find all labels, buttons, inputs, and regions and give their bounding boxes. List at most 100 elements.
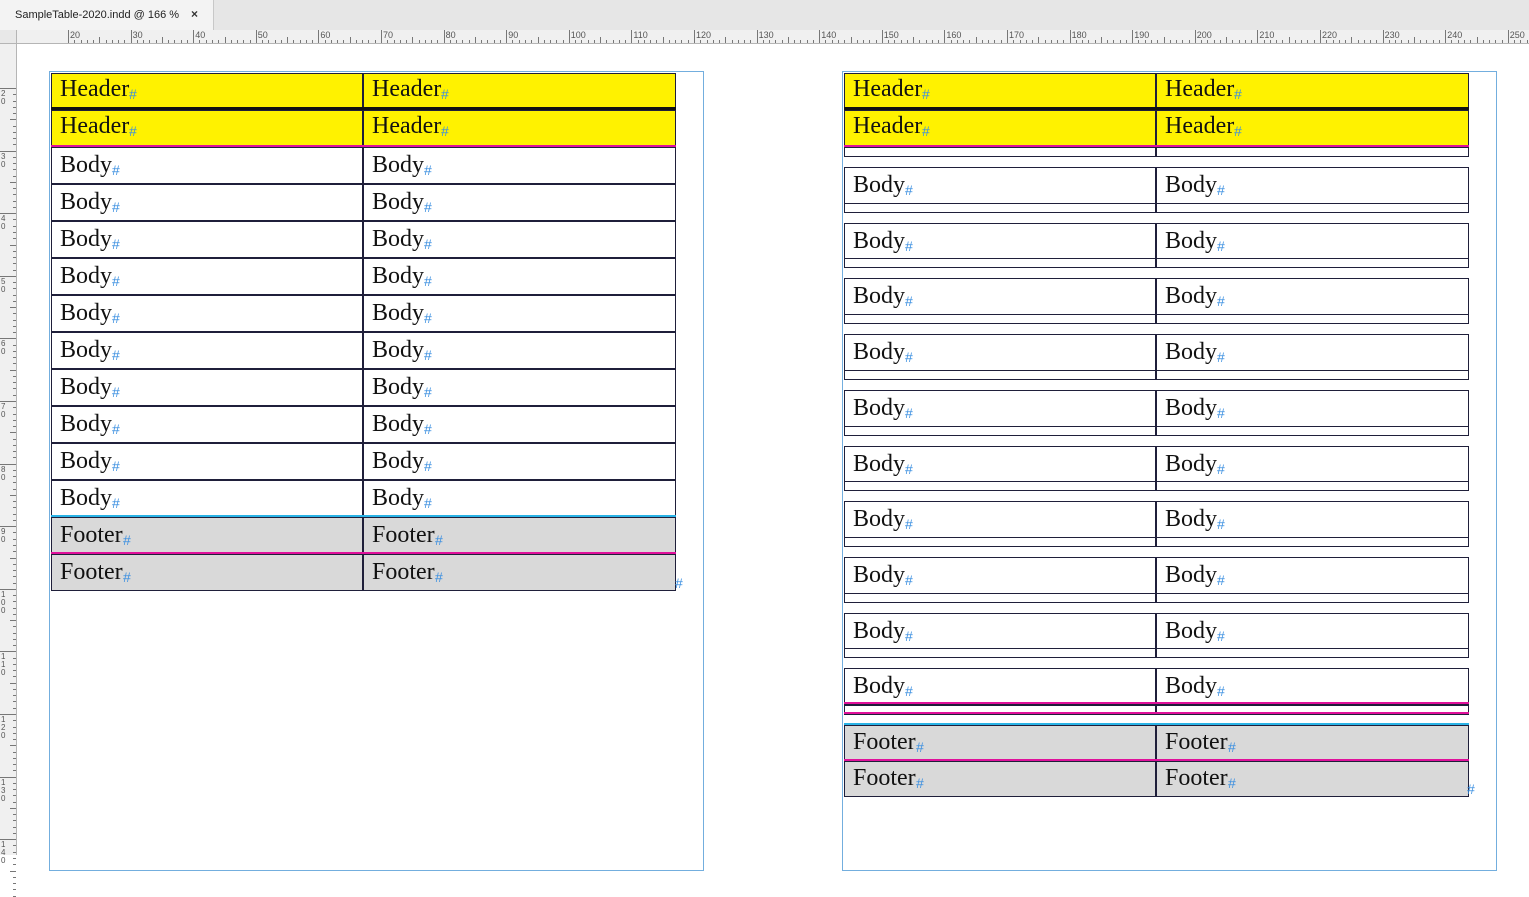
spacer-cell[interactable] bbox=[844, 314, 1156, 324]
header-cell[interactable]: Header # bbox=[1156, 73, 1469, 110]
body-cell[interactable]: Body # bbox=[844, 557, 1156, 594]
body-cell[interactable]: Body # bbox=[51, 332, 363, 369]
ruler-minor-tick bbox=[13, 344, 16, 346]
body-cell[interactable]: Body # bbox=[1156, 446, 1469, 483]
body-cell[interactable]: Body # bbox=[363, 480, 676, 517]
body-cell[interactable]: Body # bbox=[363, 258, 676, 295]
body-cell[interactable]: Body # bbox=[363, 332, 676, 369]
ruler-minor-tick bbox=[1276, 40, 1278, 43]
header-cell[interactable]: Header # bbox=[363, 73, 676, 110]
header-cell[interactable]: Header # bbox=[844, 110, 1156, 147]
body-cell[interactable]: Body # bbox=[363, 221, 676, 258]
spacer-cell[interactable] bbox=[1156, 370, 1469, 380]
body-cell[interactable]: Body # bbox=[51, 443, 363, 480]
spacer-cell[interactable] bbox=[1156, 537, 1469, 547]
spacer-cell[interactable] bbox=[844, 203, 1156, 213]
spacer-cell[interactable] bbox=[1156, 593, 1469, 603]
footer-cell[interactable]: Footer # bbox=[363, 554, 676, 591]
body-cell[interactable]: Body # bbox=[1156, 557, 1469, 594]
body-cell[interactable]: Body # bbox=[1156, 390, 1469, 427]
body-cell[interactable]: Body # bbox=[51, 221, 363, 258]
ruler-minor-tick bbox=[13, 826, 16, 828]
body-cell[interactable]: Body # bbox=[844, 668, 1156, 705]
ruler-minor-tick bbox=[794, 40, 796, 43]
close-tab-icon[interactable]: × bbox=[191, 7, 198, 21]
body-cell[interactable]: Body # bbox=[1156, 334, 1469, 371]
end-of-cell-marker: # bbox=[1217, 516, 1225, 532]
ruler-minor-tick bbox=[10, 682, 16, 684]
ruler-minor-tick bbox=[10, 620, 16, 622]
spacer-cell[interactable] bbox=[844, 147, 1156, 157]
ruler-label: 1 1 0 bbox=[1, 652, 6, 678]
body-cell[interactable]: Body # bbox=[363, 443, 676, 480]
body-cell[interactable]: Body # bbox=[363, 369, 676, 406]
ruler-minor-tick bbox=[1082, 40, 1084, 43]
body-cell[interactable]: Body # bbox=[844, 501, 1156, 538]
body-cell[interactable]: Body # bbox=[51, 258, 363, 295]
body-cell[interactable]: Body # bbox=[844, 446, 1156, 483]
header-cell[interactable]: Header # bbox=[363, 110, 676, 147]
body-cell[interactable]: Body # bbox=[844, 334, 1156, 371]
body-cell[interactable]: Body # bbox=[844, 390, 1156, 427]
ruler-minor-tick bbox=[456, 40, 458, 43]
body-cell[interactable]: Body # bbox=[1156, 613, 1469, 650]
header-cell[interactable]: Header # bbox=[51, 73, 363, 110]
body-cell[interactable]: Body # bbox=[844, 613, 1156, 650]
ruler-label: 40 bbox=[195, 30, 206, 40]
body-cell[interactable]: Body # bbox=[1156, 223, 1469, 260]
ruler-origin[interactable] bbox=[0, 30, 17, 44]
header-cell[interactable]: Header # bbox=[51, 110, 363, 147]
ruler-major-tick bbox=[381, 30, 382, 43]
document-tab[interactable]: SampleTable-2020.indd @ 166 % × bbox=[0, 0, 214, 30]
footer-cell[interactable]: Footer # bbox=[844, 725, 1156, 761]
body-cell[interactable]: Body # bbox=[844, 167, 1156, 204]
body-cell[interactable]: Body # bbox=[51, 406, 363, 443]
ruler-minor-tick bbox=[888, 40, 890, 43]
spacer-cell[interactable] bbox=[1156, 481, 1469, 491]
footer-cell[interactable]: Footer # bbox=[51, 554, 363, 591]
footer-cell[interactable]: Footer # bbox=[1156, 725, 1469, 761]
body-cell[interactable]: Body # bbox=[844, 278, 1156, 315]
spacer-cell[interactable] bbox=[844, 537, 1156, 547]
body-cell[interactable]: Body # bbox=[1156, 668, 1469, 705]
body-cell[interactable]: Body # bbox=[51, 480, 363, 517]
spacer-cell[interactable] bbox=[844, 426, 1156, 436]
body-cell[interactable]: Body # bbox=[1156, 167, 1469, 204]
footer-cell[interactable]: Footer # bbox=[844, 761, 1156, 797]
body-cell[interactable]: Body # bbox=[844, 223, 1156, 260]
horizontal-ruler[interactable]: 20 30 40 50 60 70 80 90 100 110 120 130 140 150 160 170… bbox=[17, 30, 1529, 44]
ruler-minor-tick bbox=[1238, 40, 1240, 43]
header-cell[interactable]: Header # bbox=[1156, 110, 1469, 147]
spacer-cell[interactable] bbox=[844, 593, 1156, 603]
vertical-ruler[interactable]: 2 0 3 0 4 0 5 0 6 0 7 0 8 0 9 0 1 0 0 1 1 0 1 2 0 1… bbox=[0, 44, 17, 897]
spacer-cell[interactable] bbox=[844, 481, 1156, 491]
body-cell[interactable]: Body # bbox=[363, 184, 676, 221]
spacer-cell[interactable] bbox=[1156, 258, 1469, 268]
spacer-cell[interactable] bbox=[1156, 147, 1469, 157]
body-cell[interactable]: Body # bbox=[51, 147, 363, 184]
spacer-cell[interactable] bbox=[1156, 314, 1469, 324]
body-cell[interactable]: Body # bbox=[51, 184, 363, 221]
footer-cell[interactable]: Footer # bbox=[363, 517, 676, 554]
ruler-label: 250 bbox=[1509, 30, 1525, 40]
body-cell[interactable]: Body # bbox=[1156, 501, 1469, 538]
body-cell[interactable]: Body # bbox=[363, 147, 676, 184]
spacer-cell[interactable] bbox=[1156, 426, 1469, 436]
body-cell[interactable]: Body # bbox=[51, 295, 363, 332]
footer-cell[interactable]: Footer # bbox=[1156, 761, 1469, 797]
header-cell[interactable]: Header # bbox=[844, 73, 1156, 110]
spacer-cell[interactable] bbox=[1156, 203, 1469, 213]
footer-cell[interactable]: Footer # bbox=[51, 517, 363, 554]
body-cell[interactable]: Body # bbox=[363, 406, 676, 443]
ruler-minor-tick bbox=[13, 300, 16, 302]
ruler-minor-tick bbox=[74, 40, 76, 43]
ruler-label: 90 bbox=[508, 30, 519, 40]
body-cell[interactable]: Body # bbox=[1156, 278, 1469, 315]
body-cell[interactable]: Body # bbox=[51, 369, 363, 406]
spacer-cell[interactable] bbox=[1156, 648, 1469, 658]
spacer-cell[interactable] bbox=[844, 648, 1156, 658]
ruler-minor-tick bbox=[1094, 40, 1096, 43]
spacer-cell[interactable] bbox=[844, 370, 1156, 380]
body-cell[interactable]: Body # bbox=[363, 295, 676, 332]
spacer-cell[interactable] bbox=[844, 258, 1156, 268]
